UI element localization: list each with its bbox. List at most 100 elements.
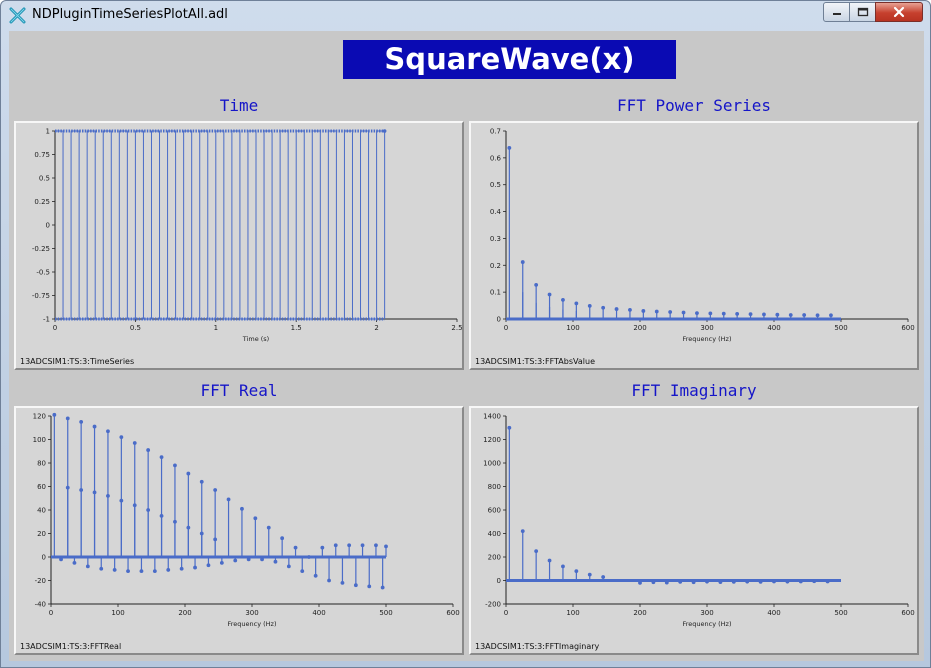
y-tick-label: 100: [33, 436, 46, 444]
primary-point: [561, 564, 565, 569]
time-end-point: [382, 129, 387, 133]
primary-point: [561, 298, 565, 302]
x-tick-label: 600: [901, 324, 914, 332]
y-tick-label: 40: [37, 507, 46, 515]
y-tick-label: 0.2: [490, 262, 501, 270]
x-tick-label: 600: [901, 609, 914, 617]
primary-point: [213, 488, 218, 492]
primary-point: [320, 545, 325, 550]
x-axis-title: Frequency (Hz): [682, 335, 731, 343]
x-tick-label: 100: [111, 609, 124, 617]
title-bar[interactable]: NDPluginTimeSeriesPlotAll.adl: [1, 1, 930, 29]
x-tick-label: 0: [53, 324, 57, 332]
x-tick-label: 500: [379, 609, 392, 617]
x-tick-label: 400: [312, 609, 325, 617]
primary-point: [775, 312, 780, 317]
secondary-point: [79, 488, 84, 492]
secondary-point: [651, 580, 656, 585]
x-tick-label: 0: [504, 609, 508, 617]
y-tick-label: 1000: [483, 460, 501, 468]
close-button[interactable]: [875, 2, 923, 22]
tertiary-point: [313, 573, 318, 578]
secondary-point: [159, 513, 164, 518]
x-tick-label: 2: [374, 324, 378, 332]
primary-point: [654, 309, 659, 314]
pv-label-fft-real: 13ADCSIM1:TS:3:FFTReal: [20, 642, 122, 651]
primary-point: [266, 525, 271, 530]
x-tick-label: 2.5: [451, 324, 462, 332]
secondary-point: [731, 580, 736, 584]
secondary-point: [146, 508, 151, 512]
x-tick-label: 500: [834, 324, 847, 332]
minimize-icon: [832, 13, 841, 15]
tertiary-point: [273, 559, 278, 564]
x-tick-label: 100: [566, 324, 579, 332]
y-tick-label: 0.5: [39, 175, 50, 183]
y-tick-label: 0: [46, 222, 50, 230]
y-tick-label: -1: [43, 316, 50, 324]
primary-point: [347, 543, 352, 548]
tertiary-point: [246, 557, 251, 562]
secondary-point: [718, 580, 723, 585]
time-trace-line: [55, 130, 386, 320]
primary-point: [384, 544, 388, 549]
x-tick-label: 0.5: [130, 324, 141, 332]
primary-point: [681, 310, 686, 315]
tertiary-point: [126, 569, 130, 573]
tertiary-point: [166, 568, 171, 572]
display-area: SquareWave(x) Time FFT Power Series FFT …: [9, 31, 924, 661]
primary-point: [601, 305, 606, 310]
primary-point: [199, 479, 204, 484]
plot-fft-real-chart: -40 -20 0 20 40 60 80 100 120 0 100 200 300 400 500 600…: [33, 412, 460, 629]
plot-fft-imaginary[interactable]: -200 0 200 400 600 800 1000 1200 1400 0 100 200 300 4…: [469, 406, 919, 655]
secondary-point: [691, 580, 696, 585]
y-tick-label: 1400: [483, 413, 501, 421]
x-axis-title: Frequency (Hz): [682, 620, 731, 628]
plot-fft-power-chart: 0 0.1 0.2 0.3 0.4 0.5 0.6 0.7 0 100 200 300 400 500 60…: [490, 128, 915, 344]
tertiary-point: [260, 557, 264, 562]
maximize-button[interactable]: [849, 2, 876, 22]
primary-point: [788, 313, 793, 317]
heading-fft-imaginary: FFT Imaginary: [631, 381, 757, 400]
x-tick-label: 400: [767, 324, 780, 332]
secondary-point: [92, 490, 97, 495]
primary-point: [507, 425, 512, 430]
tertiary-point: [179, 566, 184, 571]
y-tick-label: 800: [488, 483, 501, 491]
plot-fft-real[interactable]: -40 -20 0 20 40 60 80 100 120 0 100 200 300 400 500 600…: [14, 406, 464, 655]
primary-point: [307, 555, 311, 559]
minimize-button[interactable]: [823, 2, 850, 22]
tertiary-point: [59, 557, 63, 562]
tertiary-point: [219, 560, 224, 565]
secondary-point: [758, 580, 763, 584]
x-tick-label: 1.5: [291, 324, 302, 332]
plot-fft-power[interactable]: 0 0.1 0.2 0.3 0.4 0.5 0.6 0.7 0 100 200 300 400 500 60…: [469, 121, 919, 370]
maximize-icon: [857, 7, 868, 17]
y-tick-label: 1: [46, 128, 50, 136]
tertiary-point: [99, 566, 104, 571]
primary-point: [641, 309, 646, 313]
primary-point: [360, 543, 365, 548]
heading-time: Time: [219, 96, 259, 115]
primary-point: [333, 543, 338, 548]
y-tick-label: 0: [497, 577, 501, 585]
primary-point: [52, 412, 57, 417]
primary-point: [106, 429, 110, 434]
primary-point: [132, 441, 137, 445]
secondary-point: [119, 498, 124, 503]
secondary-point: [132, 503, 137, 508]
heading-fft-real: FFT Real: [200, 381, 278, 400]
primary-point: [280, 536, 285, 541]
y-tick-label: -0.25: [32, 245, 50, 253]
x-tick-label: 0: [504, 324, 508, 332]
y-tick-label: 0.25: [34, 198, 50, 206]
x-axis-title: Frequency (Hz): [227, 620, 276, 628]
plot-time[interactable]: -1 -0.75 -0.5 -0.25 0 0.25 0.5 0.75 1 0 0.5 1 1.5 2 2.…: [14, 121, 464, 370]
primary-point: [146, 448, 151, 452]
secondary-point: [745, 579, 750, 584]
primary-point: [507, 146, 512, 150]
x-tick-label: 300: [245, 609, 258, 617]
tertiary-point: [72, 560, 77, 565]
y-tick-label: 600: [488, 507, 501, 515]
y-tick-label: -200: [485, 601, 501, 609]
